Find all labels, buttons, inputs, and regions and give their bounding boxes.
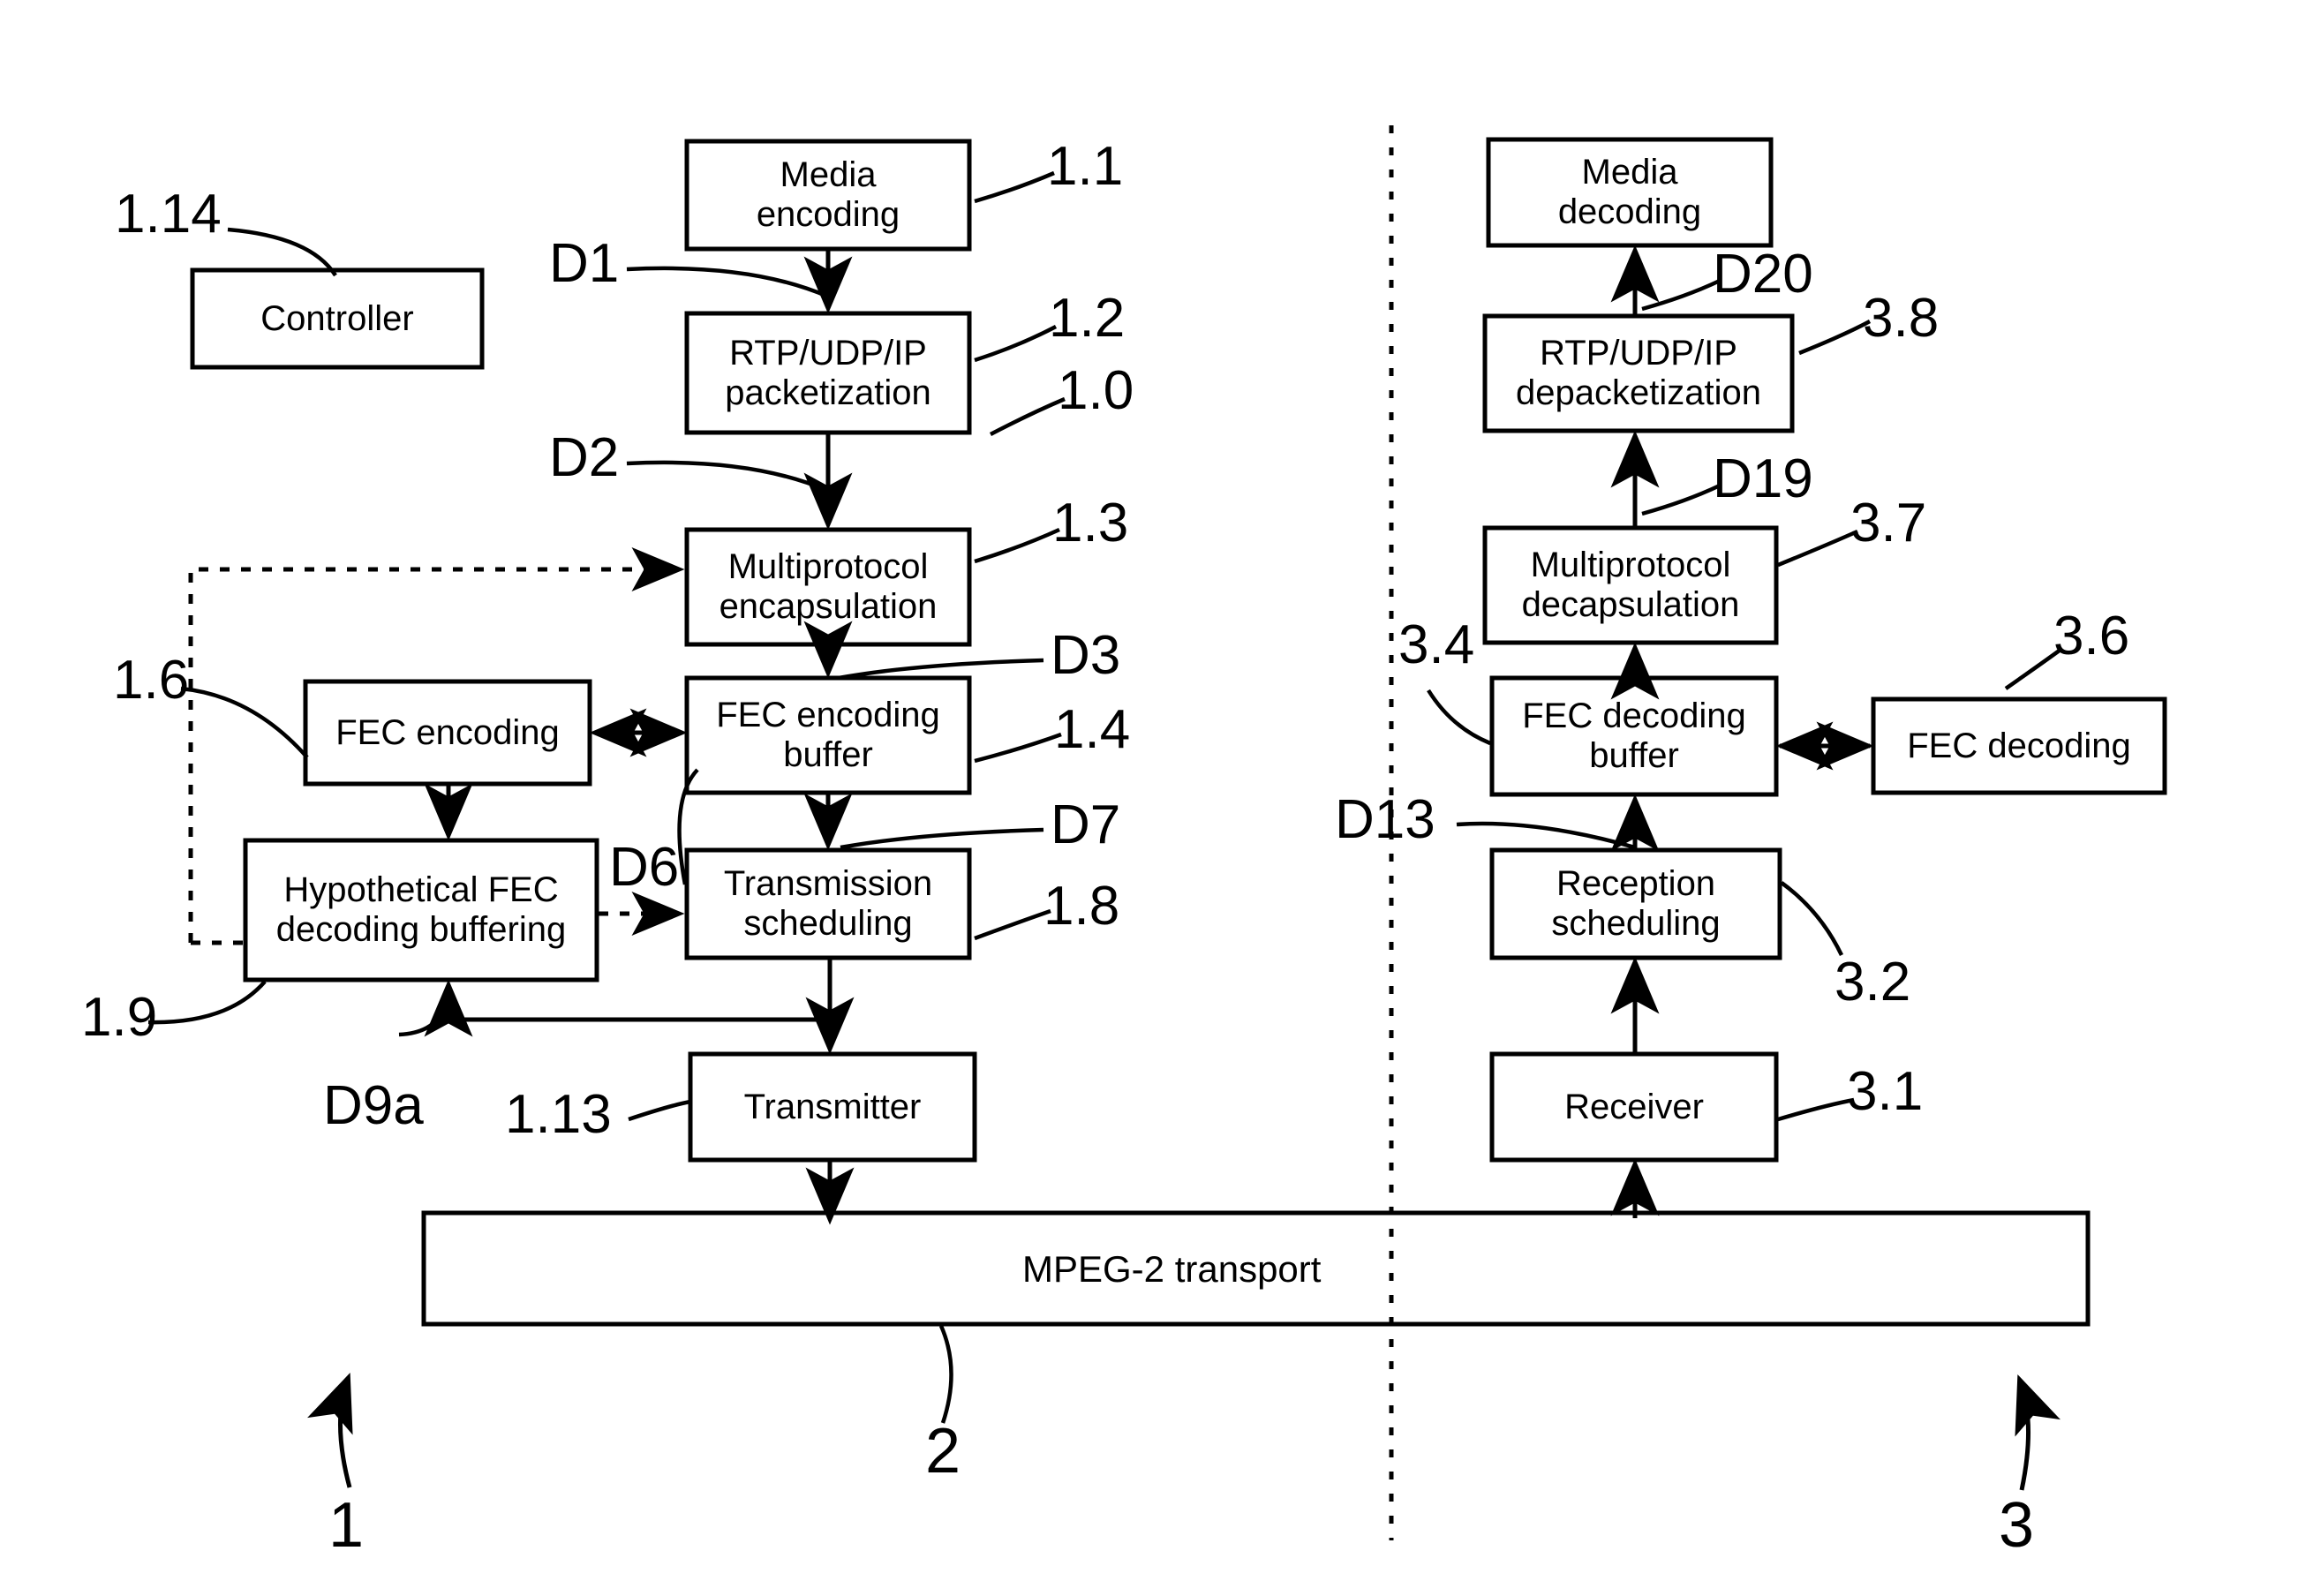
leader-d9a (398, 995, 451, 1037)
signal-d19: D19 (1713, 448, 1813, 509)
leader-1-6 (180, 686, 309, 759)
ref-1-9: 1.9 (81, 987, 158, 1048)
ref-1-1: 1.1 (1047, 136, 1124, 197)
box-rtp-depacketization (1482, 313, 1795, 433)
ref-1-13: 1.13 (505, 1084, 612, 1145)
box-transmitter (688, 1051, 977, 1163)
ref-1-8: 1.8 (1043, 876, 1120, 937)
figure-canvas: Controller Media encoding RTP/UDP/IP pac… (0, 0, 2313, 1596)
leader-d2 (626, 460, 829, 493)
box-fec-encoding-buffer (684, 675, 972, 795)
ref-1-6: 1.6 (113, 650, 190, 711)
box-mp-encapsulation (684, 527, 972, 647)
signal-d20: D20 (1713, 244, 1813, 305)
label-mpeg2-transport: MPEG-2 transport (1022, 1248, 1322, 1290)
ref-3-2: 3.2 (1835, 952, 1911, 1013)
ref-group-3: 3 (1999, 1490, 2035, 1561)
box-mp-decapsulation (1482, 525, 1779, 645)
box-media-encoding (684, 139, 972, 252)
box-rx-scheduling (1489, 847, 1782, 960)
ref-1-2: 1.2 (1049, 288, 1126, 349)
leader-1-1 (974, 170, 1055, 204)
box-controller (190, 267, 485, 370)
signal-d1: D1 (549, 233, 620, 294)
signal-d7: D7 (1051, 794, 1121, 855)
leader-1-2 (974, 325, 1058, 363)
arrow-d9a-feedback (424, 979, 830, 1037)
ref-3-6: 3.6 (2053, 606, 2130, 666)
ref-3-4: 3.4 (1398, 614, 1475, 675)
signal-d2: D2 (549, 427, 620, 488)
leader-d13 (1456, 821, 1636, 850)
leader-3-2 (1780, 881, 1844, 956)
box-fec-decoding (1871, 696, 2167, 795)
box-receiver (1489, 1051, 1779, 1163)
dotted-hyp-to-encap (188, 547, 685, 943)
group-arrow-3 (2015, 1374, 2061, 1491)
ref-3-8: 3.8 (1863, 288, 1940, 349)
leader-3-7 (1777, 529, 1858, 568)
diagram-vector-layer (147, 125, 2167, 1540)
leader-1-8 (974, 908, 1051, 941)
signal-d6: D6 (609, 837, 680, 898)
leader-3-8 (1798, 320, 1872, 356)
leader-d7 (840, 827, 1044, 850)
leader-1-13 (628, 1099, 691, 1122)
ref-1-0: 1.0 (1058, 360, 1134, 421)
leader-1-9 (147, 980, 267, 1025)
leader-1-3 (974, 527, 1060, 564)
ref-group-2: 2 (925, 1416, 961, 1487)
signal-d9a: D9a (323, 1075, 424, 1136)
leader-d3 (838, 658, 1044, 681)
ref-group-1: 1 (328, 1490, 365, 1561)
leader-1-4 (974, 732, 1062, 764)
leader-3-6 (2004, 648, 2062, 690)
leader-d19 (1641, 483, 1721, 516)
box-rtp-packetization (684, 311, 972, 435)
box-fec-encoding (303, 679, 592, 787)
leader-1-0 (989, 396, 1066, 436)
leader-d20 (1641, 278, 1721, 312)
box-tx-scheduling (684, 847, 972, 960)
leader-3-4 (1427, 689, 1491, 746)
leader-3-1 (1777, 1097, 1855, 1122)
leader-d1 (626, 266, 829, 299)
signal-d3: D3 (1051, 625, 1121, 686)
ref-1-4: 1.4 (1054, 699, 1131, 760)
ref-1-3: 1.3 (1052, 493, 1129, 553)
ref-3-7: 3.7 (1850, 493, 1927, 553)
ref-3-1: 3.1 (1847, 1061, 1924, 1122)
ref-1-14: 1.14 (115, 184, 222, 245)
box-media-decoding (1486, 137, 1774, 248)
group-arrow-1 (307, 1372, 353, 1488)
signal-d13: D13 (1335, 789, 1435, 850)
box-hypothetical-fec (243, 838, 599, 982)
leader-2 (938, 1325, 953, 1424)
box-fec-decoding-buffer (1489, 675, 1779, 797)
